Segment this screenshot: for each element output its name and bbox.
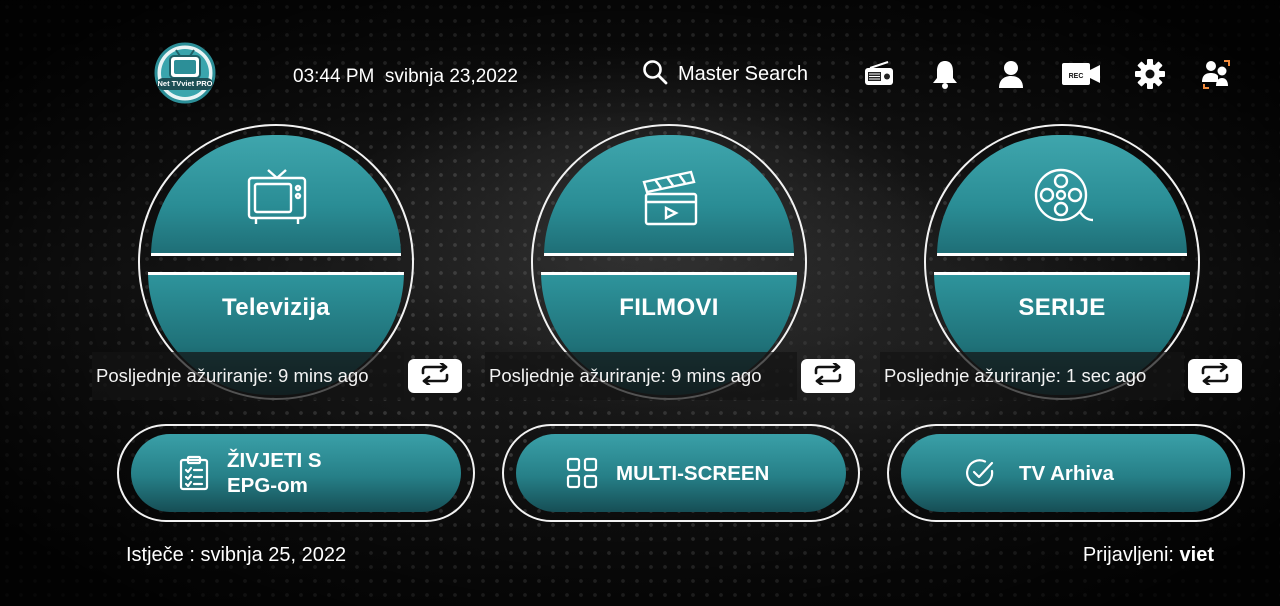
card-title: FILMOVI (619, 294, 719, 321)
epg-button[interactable]: ŽIVJETI S EPG-om (117, 424, 475, 522)
update-status-televizija: Posljednje ažuriranje: 9 mins ago (92, 352, 404, 400)
logged-in-label: Prijavljeni: (1082, 544, 1174, 566)
radio-icon[interactable] (863, 58, 895, 90)
user-icon[interactable] (995, 58, 1027, 90)
rec-label: REC (1069, 73, 1084, 80)
refresh-button-filmovi[interactable] (801, 359, 855, 393)
update-status-filmovi: Posljednje ažuriranje: 9 mins ago (485, 352, 797, 400)
expiry-date: Istječe : svibnja 25, 2022 (126, 544, 347, 566)
gear-icon[interactable] (1134, 58, 1166, 90)
pill-label: TV Arhiva (1019, 461, 1114, 485)
username: viet (1179, 544, 1214, 566)
tv-arhiva-button[interactable]: TV Arhiva (887, 424, 1245, 522)
pill-label: MULTI-SCREEN (616, 461, 770, 485)
checklist-icon (179, 455, 209, 491)
clapperboard-icon (639, 166, 701, 228)
refresh-icon (813, 361, 843, 390)
refresh-icon (420, 361, 450, 390)
card-title: SERIJE (1018, 294, 1106, 321)
logged-in-status: Prijavljeni: viet (1083, 544, 1214, 567)
pill-label-line2: EPG-om (227, 474, 308, 497)
multi-screen-button[interactable]: MULTI-SCREEN (502, 424, 860, 522)
pill-label-line1: ŽIVJETI S (227, 449, 322, 472)
refresh-button-televizija[interactable] (408, 359, 462, 393)
grid-icon (566, 457, 598, 489)
update-text: Posljednje ažuriranje: 9 mins ago (489, 365, 762, 386)
film-reel-icon (1032, 166, 1094, 228)
card-title: Televizija (222, 294, 330, 321)
logo-text: Net TVviet PRO (157, 79, 213, 88)
switch-user-icon[interactable] (1200, 58, 1232, 90)
update-status-serije: Posljednje ažuriranje: 1 sec ago (880, 352, 1184, 400)
refresh-icon (1200, 361, 1230, 390)
pill-label: ŽIVJETI S EPG-om (227, 448, 322, 498)
app-logo: Net TVviet PRO (152, 42, 218, 104)
check-circle-icon (965, 458, 995, 488)
pill-inner: MULTI-SCREEN (516, 434, 846, 512)
pill-inner: ŽIVJETI S EPG-om (131, 434, 461, 512)
master-search-button[interactable]: Master Search (642, 59, 808, 90)
search-label: Master Search (678, 63, 809, 85)
update-text: Posljednje ažuriranje: 9 mins ago (96, 365, 369, 386)
refresh-button-serije[interactable] (1188, 359, 1242, 393)
rec-icon[interactable]: REC (1061, 58, 1101, 90)
search-icon (642, 59, 668, 90)
clock-date: svibnja 23,2022 (384, 66, 518, 87)
tv-icon (246, 166, 308, 228)
pill-inner: TV Arhiva (901, 434, 1231, 512)
datetime: 03:44 PM svibnja 23,2022 (293, 66, 518, 88)
bell-icon[interactable] (929, 58, 961, 90)
clock-time: 03:44 PM (293, 66, 375, 87)
update-text: Posljednje ažuriranje: 1 sec ago (884, 365, 1147, 386)
